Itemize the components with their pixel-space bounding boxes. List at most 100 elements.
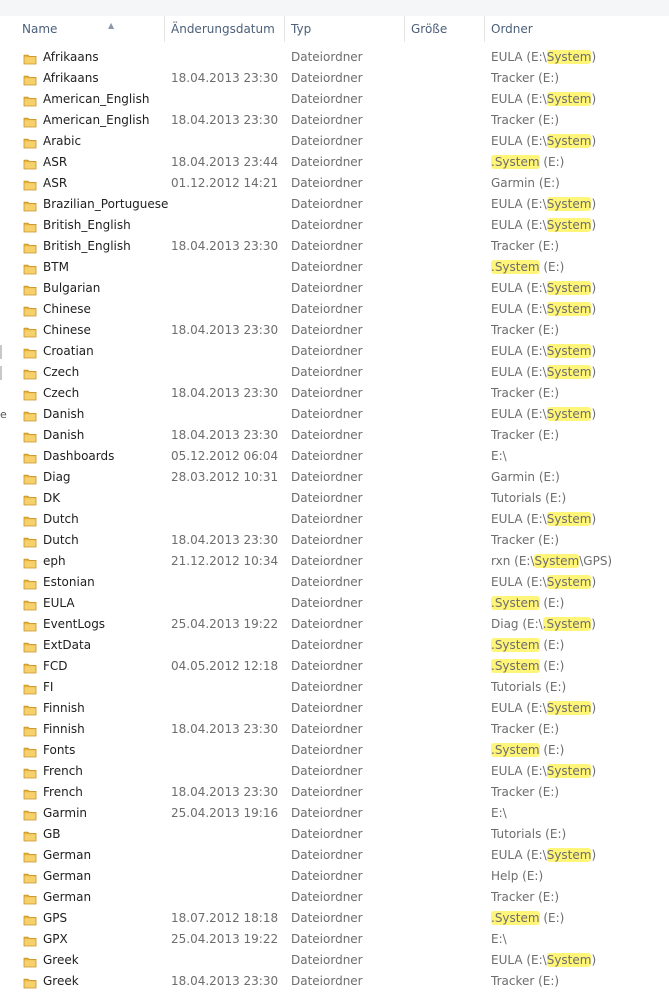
file-row[interactable]: DK Dateiordner Tutorials (E:)	[0, 488, 669, 509]
file-folder-path: E:\	[491, 446, 507, 467]
file-row[interactable]: Diag 28.03.2012 10:31 Dateiordner Garmin (E…	[0, 467, 669, 488]
folder-path-text: Tutorials (E:)	[491, 827, 567, 841]
folder-path-text: \GPS)	[579, 554, 613, 568]
file-row[interactable]: British_English Dateiordner EULA (E:\Syste…	[0, 215, 669, 236]
file-row[interactable]: Afrikaans Dateiordner EULA (E:\System)	[0, 47, 669, 68]
file-name: FCD	[43, 659, 68, 673]
folder-path-text: Help (E:)	[491, 869, 544, 883]
file-row[interactable]: Dashboards 05.12.2012 06:04 Dateiordner E:\	[0, 446, 669, 467]
file-name: Finnish	[43, 701, 85, 715]
folder-path-text: (E:)	[539, 260, 565, 274]
column-separator[interactable]	[404, 16, 405, 42]
folder-path-text: EULA (E:\	[491, 365, 547, 379]
file-row[interactable]: Dutch 18.04.2013 23:30 Dateiordner Tracker …	[0, 530, 669, 551]
file-row[interactable]: German Dateiordner Tracker (E:)	[0, 887, 669, 908]
file-type: Dateiordner	[291, 134, 363, 148]
file-row[interactable]: Czech Dateiordner EULA (E:\System)	[0, 362, 669, 383]
file-name: Arabic	[43, 134, 82, 148]
column-separator[interactable]	[164, 16, 165, 42]
file-type: Dateiordner	[291, 386, 363, 400]
file-row[interactable]: ASR 01.12.2012 14:21 Dateiordner Garmin (E:…	[0, 173, 669, 194]
file-list: Afrikaans Dateiordner EULA (E:\System) Afri…	[0, 47, 669, 992]
column-separator[interactable]	[484, 16, 485, 42]
folder-icon	[23, 576, 37, 590]
file-row[interactable]: FCD 04.05.2012 12:18 Dateiordner .System (E…	[0, 656, 669, 677]
folder-icon	[23, 597, 37, 611]
file-type: Dateiordner	[291, 596, 363, 610]
file-row[interactable]: German Dateiordner EULA (E:\System)	[0, 845, 669, 866]
file-type: Dateiordner	[291, 638, 363, 652]
file-name: FI	[43, 680, 54, 694]
file-row[interactable]: German Dateiordner Help (E:)	[0, 866, 669, 887]
file-modified-date: 18.04.2013 23:30	[171, 722, 279, 736]
file-row[interactable]: BTM Dateiordner .System (E:)	[0, 257, 669, 278]
file-row[interactable]: Chinese 18.04.2013 23:30 Dateiordner Tracke…	[0, 320, 669, 341]
file-row[interactable]: British_English 18.04.2013 23:30 Dateiordn…	[0, 236, 669, 257]
file-row[interactable]: Greek Dateiordner EULA (E:\System)	[0, 950, 669, 971]
file-row[interactable]: EULA Dateiordner .System (E:)	[0, 593, 669, 614]
file-row[interactable]: Fonts Dateiordner .System (E:)	[0, 740, 669, 761]
column-header-name[interactable]: Name ▲	[22, 16, 114, 42]
file-row[interactable]: Dutch Dateiordner EULA (E:\System)	[0, 509, 669, 530]
file-folder-path: E:\	[491, 929, 507, 950]
column-header-type[interactable]: Typ	[291, 16, 311, 42]
file-row[interactable]: GPX 25.04.2013 19:22 Dateiordner E:\	[0, 929, 669, 950]
search-match-highlight: System	[546, 512, 592, 526]
file-folder-path: EULA (E:\System)	[491, 950, 596, 971]
file-row[interactable]: ExtData Dateiordner .System (E:)	[0, 635, 669, 656]
file-row[interactable]: French 18.04.2013 23:30 Dateiordner Tracker…	[0, 782, 669, 803]
folder-icon	[23, 366, 37, 380]
folder-path-text: )	[591, 512, 597, 526]
file-folder-path: EULA (E:\System)	[491, 761, 596, 782]
file-row[interactable]: Czech 18.04.2013 23:30 Dateiordner Tracker …	[0, 383, 669, 404]
file-name: Dutch	[43, 512, 79, 526]
file-type: Dateiordner	[291, 449, 363, 463]
file-row[interactable]: Arabic Dateiordner EULA (E:\System)	[0, 131, 669, 152]
folder-icon	[23, 975, 37, 989]
file-row[interactable]: FI Dateiordner Tutorials (E:)	[0, 677, 669, 698]
file-row[interactable]: Finnish Dateiordner EULA (E:\System)	[0, 698, 669, 719]
file-row[interactable]: Finnish 18.04.2013 23:30 Dateiordner Tracke…	[0, 719, 669, 740]
file-name: Garmin	[43, 806, 88, 820]
file-row[interactable]: ASR 18.04.2013 23:44 Dateiordner .System (E…	[0, 152, 669, 173]
file-row[interactable]: GPS 18.07.2012 18:18 Dateiordner .System (E…	[0, 908, 669, 929]
folder-icon	[23, 912, 37, 926]
column-header-size[interactable]: Größe	[411, 16, 447, 42]
folder-icon	[23, 177, 37, 191]
folder-icon	[23, 387, 37, 401]
file-folder-path: EULA (E:\System)	[491, 509, 596, 530]
column-separator[interactable]	[284, 16, 285, 42]
file-row[interactable]: American_English Dateiordner EULA (E:\Syst…	[0, 89, 669, 110]
file-row[interactable]: Chinese Dateiordner EULA (E:\System)	[0, 299, 669, 320]
folder-path-text: (E:)	[539, 911, 565, 925]
column-header-date[interactable]: Änderungsdatum	[171, 16, 275, 42]
file-row[interactable]: Estonian Dateiordner EULA (E:\System)	[0, 572, 669, 593]
file-row[interactable]: eph 21.12.2012 10:34 Dateiordner rxn (E:\Sy…	[0, 551, 669, 572]
file-row[interactable]: Afrikaans 18.04.2013 23:30 Dateiordner Trac…	[0, 68, 669, 89]
folder-icon	[23, 93, 37, 107]
file-row[interactable]: Croatian Dateiordner EULA (E:\System)	[0, 341, 669, 362]
file-row[interactable]: Danish Dateiordner EULA (E:\System)	[0, 404, 669, 425]
file-row[interactable]: Garmin 25.04.2013 19:16 Dateiordner E:\	[0, 803, 669, 824]
file-folder-path: Garmin (E:)	[491, 173, 560, 194]
file-row[interactable]: French Dateiordner EULA (E:\System)	[0, 761, 669, 782]
folder-path-text: )	[591, 617, 596, 631]
file-name: German	[43, 890, 92, 904]
file-modified-date: 25.04.2013 19:22	[171, 932, 279, 946]
file-folder-path: Tutorials (E:)	[491, 488, 566, 509]
file-row[interactable]: Bulgarian Dateiordner EULA (E:\System)	[0, 278, 669, 299]
file-name: GB	[43, 827, 61, 841]
file-name: EULA	[43, 596, 75, 610]
file-row[interactable]: Brazilian_Portuguese Dateiordner EULA (E:\…	[0, 194, 669, 215]
file-row[interactable]: Greek 18.04.2013 23:30 Dateiordner Tracker …	[0, 971, 669, 992]
file-row[interactable]: EventLogs 25.04.2013 19:22 Dateiordner Diag…	[0, 614, 669, 635]
file-row[interactable]: American_English 18.04.2013 23:30 Dateiord…	[0, 110, 669, 131]
file-folder-path: Tracker (E:)	[491, 887, 559, 908]
column-header-folder[interactable]: Ordner	[491, 16, 533, 42]
file-row[interactable]: Danish 18.04.2013 23:30 Dateiordner Tracker…	[0, 425, 669, 446]
file-row[interactable]: GB Dateiordner Tutorials (E:)	[0, 824, 669, 845]
folder-path-text: E:\	[491, 932, 507, 946]
file-type: Dateiordner	[291, 365, 363, 379]
folder-icon	[23, 492, 37, 506]
file-folder-path: .System (E:)	[491, 635, 564, 656]
